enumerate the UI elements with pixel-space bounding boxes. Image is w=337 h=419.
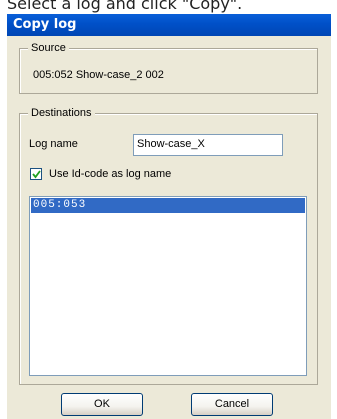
instruction-caption: Select a log and click "Copy". [7,0,243,13]
log-name-input[interactable]: Show-case_X [133,134,283,156]
source-value: 005:052 Show-case_2 002 [33,69,164,81]
checkmark-icon [32,170,41,179]
list-item[interactable]: 005:053 [31,198,305,213]
copy-log-dialog: Copy log Source 005:052 Show-case_2 002 … [7,14,331,419]
cancel-button[interactable]: Cancel [191,393,273,416]
destinations-legend: Destinations [28,107,95,119]
source-legend: Source [28,42,69,54]
use-id-label: Use Id-code as log name [49,168,172,180]
destinations-list[interactable]: 005:053 [29,196,307,376]
title-bar[interactable]: Copy log [7,14,331,36]
window-title: Copy log [13,17,77,32]
use-id-checkbox[interactable] [30,168,42,180]
source-group: Source 005:052 Show-case_2 002 [19,42,318,94]
destinations-group: Destinations Log name Show-case_X Use Id… [19,107,318,385]
log-name-label: Log name [29,138,78,150]
ok-button[interactable]: OK [61,393,143,416]
